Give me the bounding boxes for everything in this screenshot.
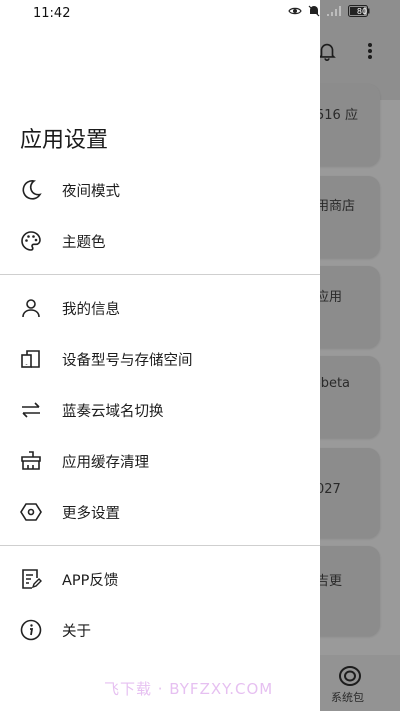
moon-icon	[18, 177, 44, 203]
background-card-text: -beta	[316, 376, 351, 391]
bottom-nav-label: 系统包	[331, 691, 364, 704]
menu-item-app-feedback[interactable]: APP反馈	[0, 557, 320, 601]
swap-arrows-icon	[18, 397, 44, 423]
menu-item-night-mode[interactable]: 夜间模式	[0, 168, 320, 212]
menu-item-more-settings[interactable]: 更多设置	[0, 490, 320, 534]
system-package-icon	[337, 665, 363, 687]
divider	[0, 545, 320, 546]
menu-item-lanzou-domain-switch[interactable]: 蓝奏云域名切换	[0, 388, 320, 432]
menu-item-label: APP反馈	[62, 572, 119, 589]
menu-item-device-storage[interactable]: 设备型号与存储空间	[0, 337, 320, 381]
menu-item-label: 设备型号与存储空间	[62, 352, 193, 369]
more-vertical-icon	[360, 40, 380, 62]
menu-item-label: 蓝奏云域名切换	[62, 403, 164, 420]
broom-icon	[18, 448, 44, 474]
feedback-edit-icon	[18, 566, 44, 592]
drawer-title: 应用设置	[20, 128, 109, 153]
person-icon	[18, 295, 44, 321]
info-icon	[18, 617, 44, 643]
menu-item-about[interactable]: 关于	[0, 608, 320, 652]
menu-item-label: 主题色	[62, 234, 106, 251]
menu-item-label: 我的信息	[62, 301, 120, 318]
background-card-text: 用商店	[316, 199, 356, 214]
divider	[0, 274, 320, 275]
menu-item-label: 更多设置	[62, 505, 120, 522]
hexagon-settings-icon	[18, 499, 44, 525]
menu-item-label: 关于	[62, 623, 91, 640]
background-card-text: 516 应	[316, 108, 358, 123]
settings-drawer: 11:42 应用设置 夜间模式 主题色 我的信息 设备型号与存储空间 蓝奏云域名…	[0, 0, 320, 711]
menu-item-clear-cache[interactable]: 应用缓存清理	[0, 439, 320, 483]
device-storage-icon	[18, 346, 44, 372]
menu-item-my-info[interactable]: 我的信息	[0, 286, 320, 330]
palette-icon	[18, 228, 44, 254]
watermark: 飞下载 · BYFZXY.COM	[104, 680, 274, 698]
menu-item-label: 应用缓存清理	[62, 454, 149, 471]
menu-item-label: 夜间模式	[62, 183, 120, 200]
status-time: 11:42	[33, 6, 71, 21]
menu-item-theme-color[interactable]: 主题色	[0, 219, 320, 263]
status-bar: 11:42	[0, 0, 400, 28]
